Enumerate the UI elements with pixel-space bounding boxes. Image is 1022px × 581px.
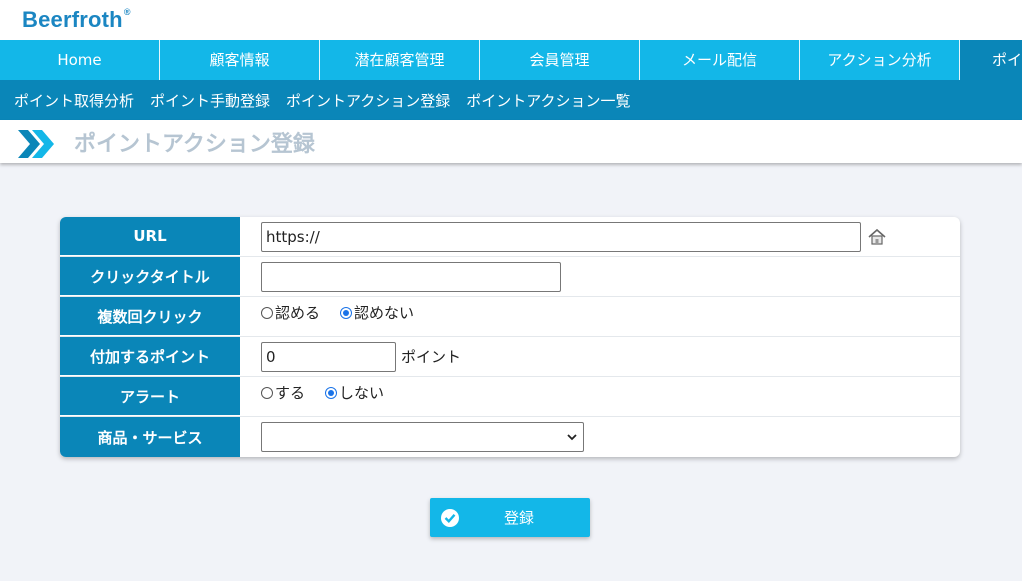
register-button[interactable]: 登録 [430, 498, 590, 537]
points-unit: ポイント [401, 348, 462, 366]
nav-item-prospects[interactable]: 潜在顧客管理 [320, 40, 480, 80]
points-row: 付加するポイント ポイント [60, 337, 960, 377]
logo[interactable]: Beerfroth® [22, 7, 131, 33]
page-title: ポイントアクション登録 [74, 131, 315, 157]
main-nav: Home 顧客情報 潜在顧客管理 会員管理 メール配信 アクション分析 ポイ [0, 40, 1022, 80]
product-label: 商品・サービス [60, 417, 240, 457]
multi-click-label: 複数回クリック [60, 297, 240, 336]
multi-click-allow-radio[interactable] [261, 306, 273, 319]
multi-click-radio-group: 認める 認めない [261, 302, 434, 323]
subnav-item-manual-registration[interactable]: ポイント手動登録 [150, 90, 270, 111]
nav-item-customer-info[interactable]: 顧客情報 [160, 40, 320, 80]
nav-item-action-analysis[interactable]: アクション分析 [800, 40, 960, 80]
action-form: URL クリックタイトル 複数回クリック 認める 認めない 付加する [60, 217, 960, 457]
multi-click-deny-radio[interactable] [340, 306, 353, 319]
product-select[interactable] [261, 422, 584, 452]
nav-item-points[interactable]: ポイ [960, 40, 1022, 80]
subnav-item-action-registration[interactable]: ポイントアクション登録 [286, 90, 450, 111]
multi-click-deny-label[interactable]: 認めない [354, 302, 414, 323]
url-label: URL [60, 217, 240, 256]
click-title-label: クリックタイトル [60, 257, 240, 296]
alert-radio-group: する しない [261, 382, 404, 403]
url-input[interactable] [261, 221, 861, 252]
subnav-item-action-list[interactable]: ポイントアクション一覧 [466, 90, 630, 111]
check-circle-icon [441, 508, 459, 527]
click-title-row: クリックタイトル [60, 257, 960, 297]
alert-label: アラート [60, 377, 240, 416]
multi-click-allow-label[interactable]: 認める [275, 302, 320, 323]
nav-item-home[interactable]: Home [0, 40, 160, 80]
home-icon[interactable] [867, 227, 887, 247]
click-title-input[interactable] [261, 261, 561, 292]
register-button-label: 登録 [504, 509, 535, 527]
product-row: 商品・サービス [60, 417, 960, 457]
header: Beerfroth® [0, 0, 1022, 40]
double-chevron-icon [18, 129, 54, 158]
alert-yes-radio[interactable] [261, 386, 273, 399]
multi-click-row: 複数回クリック 認める 認めない [60, 297, 960, 337]
sub-nav: ポイント取得分析 ポイント手動登録 ポイントアクション登録 ポイントアクション一… [0, 80, 1022, 120]
points-label: 付加するポイント [60, 337, 240, 376]
alert-row: アラート する しない [60, 377, 960, 417]
alert-no-label[interactable]: しない [339, 382, 384, 403]
title-bar: ポイントアクション登録 [0, 120, 1022, 163]
url-row: URL [60, 217, 960, 257]
alert-yes-label[interactable]: する [275, 382, 305, 403]
nav-item-mail[interactable]: メール配信 [640, 40, 800, 80]
nav-item-members[interactable]: 会員管理 [480, 40, 640, 80]
alert-no-radio[interactable] [325, 386, 338, 399]
points-input[interactable] [261, 341, 396, 372]
chevron-down-icon [567, 434, 577, 441]
subnav-item-point-analysis[interactable]: ポイント取得分析 [14, 90, 134, 111]
